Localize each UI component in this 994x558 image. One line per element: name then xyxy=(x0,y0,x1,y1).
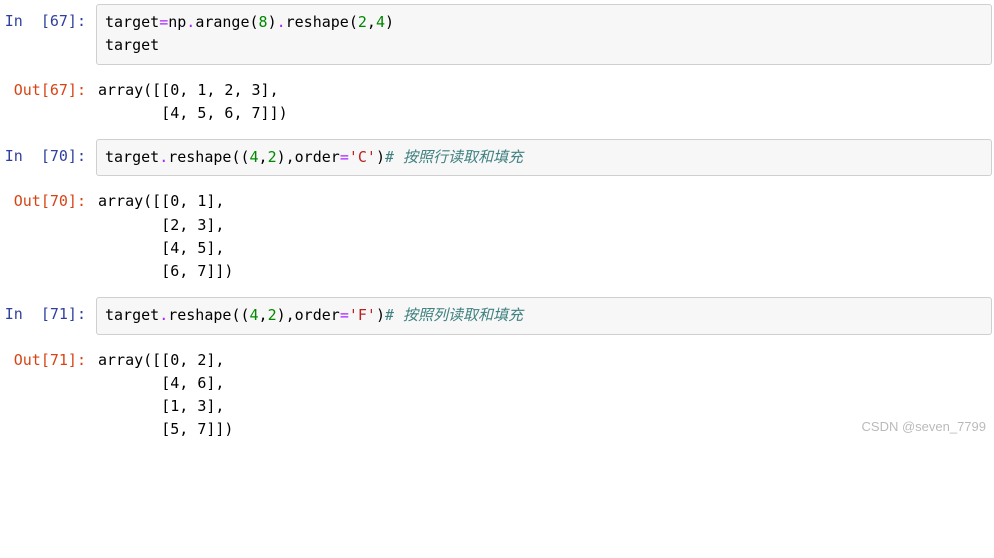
code-token: 2 xyxy=(268,148,277,166)
input-cell: In [70]:target.reshape((4,2),order='C')#… xyxy=(0,139,994,176)
code-token: target xyxy=(105,13,159,31)
code-token: reshape xyxy=(286,13,349,31)
code-output: array([[0, 1, 2, 3], [4, 5, 6, 7]]) xyxy=(96,79,994,126)
code-token: 'F' xyxy=(349,306,376,324)
code-token: ) xyxy=(376,148,385,166)
code-token: . xyxy=(159,306,168,324)
code-token: ) xyxy=(376,306,385,324)
code-input[interactable]: target=np.arange(8).reshape(2,4) target xyxy=(96,4,992,65)
code-token: = xyxy=(340,306,349,324)
code-token: 4 xyxy=(250,148,259,166)
code-input[interactable]: target.reshape((4,2),order='C')# 按照行读取和填… xyxy=(96,139,992,176)
code-token: # 按照行读取和填充 xyxy=(385,148,523,166)
out-prompt: Out[70]: xyxy=(0,190,96,283)
code-token: ), xyxy=(277,306,295,324)
code-output: array([[0, 2], [4, 6], [1, 3], [5, 7]]) xyxy=(96,349,994,442)
code-token: reshape xyxy=(168,306,231,324)
watermark-text: CSDN @seven_7799 xyxy=(862,417,986,437)
code-token: ), xyxy=(277,148,295,166)
in-prompt: In [67]: xyxy=(0,4,96,65)
code-token: reshape xyxy=(168,148,231,166)
code-token: (( xyxy=(231,148,249,166)
code-token: (( xyxy=(231,306,249,324)
notebook-container: In [67]:target=np.arange(8).reshape(2,4)… xyxy=(0,4,994,442)
code-token: order xyxy=(295,306,340,324)
code-token: target xyxy=(105,36,159,54)
code-token: , xyxy=(259,306,268,324)
code-token: ) xyxy=(268,13,277,31)
code-token: # 按照列读取和填充 xyxy=(385,306,523,324)
code-token: 'C' xyxy=(349,148,376,166)
input-cell: In [67]:target=np.arange(8).reshape(2,4)… xyxy=(0,4,994,65)
code-token: arange xyxy=(195,13,249,31)
code-token: . xyxy=(159,148,168,166)
code-token: np xyxy=(168,13,186,31)
output-cell: Out[67]:array([[0, 1, 2, 3], [4, 5, 6, 7… xyxy=(0,79,994,126)
in-prompt: In [70]: xyxy=(0,139,96,176)
code-token: 4 xyxy=(376,13,385,31)
code-token: 4 xyxy=(250,306,259,324)
code-token: ( xyxy=(250,13,259,31)
code-token: , xyxy=(259,148,268,166)
output-cell: Out[71]:array([[0, 2], [4, 6], [1, 3], [… xyxy=(0,349,994,442)
code-token: order xyxy=(295,148,340,166)
code-token: 2 xyxy=(268,306,277,324)
output-cell: Out[70]:array([[0, 1], [2, 3], [4, 5], [… xyxy=(0,190,994,283)
code-token: , xyxy=(367,13,376,31)
code-token: ( xyxy=(349,13,358,31)
out-prompt: Out[71]: xyxy=(0,349,96,442)
in-prompt: In [71]: xyxy=(0,297,96,334)
code-token: ) xyxy=(385,13,394,31)
code-token: = xyxy=(159,13,168,31)
code-token: . xyxy=(186,13,195,31)
code-token: = xyxy=(340,148,349,166)
code-token: 2 xyxy=(358,13,367,31)
code-token: target xyxy=(105,306,159,324)
code-token: . xyxy=(277,13,286,31)
code-token: target xyxy=(105,148,159,166)
code-token: 8 xyxy=(259,13,268,31)
out-prompt: Out[67]: xyxy=(0,79,96,126)
code-output: array([[0, 1], [2, 3], [4, 5], [6, 7]]) xyxy=(96,190,994,283)
code-input[interactable]: target.reshape((4,2),order='F')# 按照列读取和填… xyxy=(96,297,992,334)
input-cell: In [71]:target.reshape((4,2),order='F')#… xyxy=(0,297,994,334)
